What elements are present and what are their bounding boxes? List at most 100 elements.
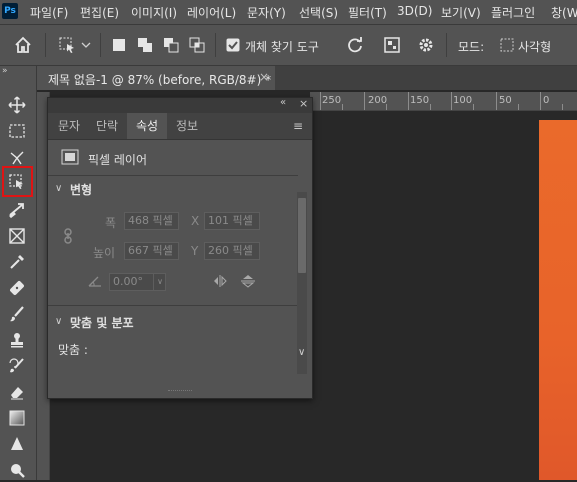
scrollbar-thumb[interactable] <box>298 198 306 273</box>
brush-tool-icon[interactable] <box>5 302 29 326</box>
document-tab-bar: 제목 없음-1 @ 87% (before, RGB/8#) * × <box>37 66 577 90</box>
menu-image[interactable]: 이미지(I) <box>131 4 177 21</box>
gear-icon[interactable] <box>417 36 435 54</box>
panel-header[interactable]: « × <box>48 97 312 113</box>
marquee-tool-icon[interactable] <box>5 119 29 143</box>
ruler-label: 100 <box>453 95 473 106</box>
flip-vertical-icon[interactable] <box>240 273 256 289</box>
resize-grip-icon[interactable] <box>168 390 192 394</box>
ruler-label: 250 <box>322 95 342 106</box>
history-brush-tool-icon[interactable] <box>5 354 29 378</box>
ruler-tick <box>320 92 321 110</box>
move-tool-icon[interactable] <box>5 93 29 117</box>
subtract-from-selection-icon[interactable] <box>162 36 180 54</box>
tools-panel: » <box>0 66 37 480</box>
ruler-tick <box>562 104 563 110</box>
menu-bar: Ps 파일(F) 편집(E) 이미지(I) 레이어(L) 문자(Y) 선택(S)… <box>0 0 577 25</box>
tab-character[interactable]: 문자 <box>50 113 88 139</box>
ruler-label: 50 <box>499 95 512 106</box>
collapse-panel-icon[interactable]: « <box>280 97 286 108</box>
tab-paragraph[interactable]: 단락 <box>88 113 126 139</box>
angle-icon <box>88 275 102 287</box>
menu-plugins[interactable]: 플러그인 <box>491 4 535 21</box>
tab-properties[interactable]: 속성 <box>127 113 167 139</box>
document-tab[interactable]: 제목 없음-1 @ 87% (before, RGB/8#) * × <box>37 66 275 90</box>
menu-filter[interactable]: 필터(T) <box>348 4 387 21</box>
object-selection-tool-icon[interactable] <box>58 36 76 54</box>
chevron-down-icon[interactable] <box>80 36 92 54</box>
properties-panel: « × 문자 단락 속성 정보 ≡ 픽셀 레이어 ∨ 변형 폭 468 픽셀 X… <box>47 97 313 399</box>
width-field[interactable]: 468 픽셀 <box>124 212 179 230</box>
menu-3d[interactable]: 3D(D) <box>397 4 432 18</box>
gradient-tool-icon[interactable] <box>5 406 29 430</box>
object-selection-tool-button-icon[interactable] <box>5 170 29 194</box>
chevron-down-icon[interactable]: ∨ <box>153 274 165 290</box>
healing-brush-tool-icon[interactable] <box>5 276 29 300</box>
ruler-tick <box>540 92 541 110</box>
dodge-tool-icon[interactable] <box>5 458 29 482</box>
separator <box>45 33 46 57</box>
home-icon[interactable] <box>14 36 32 54</box>
expand-toolbar-icon[interactable]: » <box>2 66 8 76</box>
show-all-objects-icon[interactable] <box>383 36 401 54</box>
flip-horizontal-icon[interactable] <box>212 274 228 288</box>
object-finder-label: 개체 찾기 도구 <box>245 40 319 54</box>
ruler-tick <box>473 104 474 110</box>
link-icon[interactable] <box>62 228 74 244</box>
pixel-layer-icon <box>61 149 79 165</box>
clone-stamp-tool-icon[interactable] <box>5 328 29 352</box>
add-to-selection-icon[interactable] <box>136 36 154 54</box>
photoshop-logo-icon: Ps <box>2 3 18 19</box>
document-canvas[interactable] <box>310 111 577 480</box>
frame-tool-icon[interactable] <box>5 224 29 248</box>
intersect-selection-icon[interactable] <box>188 36 206 54</box>
menu-view[interactable]: 보기(V) <box>441 4 481 21</box>
refresh-icon[interactable] <box>346 36 364 54</box>
menu-file[interactable]: 파일(F) <box>30 4 68 21</box>
tab-info[interactable]: 정보 <box>168 113 206 139</box>
menu-type[interactable]: 문자(Y) <box>247 4 286 21</box>
x-field[interactable]: 101 픽셀 <box>204 212 260 230</box>
ruler-tick <box>342 104 343 110</box>
width-label: 폭 <box>105 216 117 230</box>
menu-window[interactable]: 창(W <box>551 4 577 21</box>
crop-tool-icon[interactable] <box>5 198 29 222</box>
options-bar: 개체 찾기 도구 모드: 사각형 <box>0 25 577 66</box>
ruler-label: 0 <box>543 95 550 106</box>
eyedropper-tool-icon[interactable] <box>5 250 29 274</box>
divider <box>48 305 298 306</box>
close-icon[interactable]: × <box>259 70 269 84</box>
transform-section-title[interactable]: 변형 <box>70 181 92 198</box>
menu-select[interactable]: 선택(S) <box>299 4 338 21</box>
mode-select[interactable]: 사각형 <box>518 38 551 55</box>
separator <box>446 33 447 57</box>
height-field[interactable]: 667 픽셀 <box>124 242 179 260</box>
close-panel-icon[interactable]: × <box>299 97 308 110</box>
chevron-down-icon[interactable]: ∨ <box>55 316 62 327</box>
angle-field[interactable]: 0.00° ∨ <box>109 273 166 291</box>
separator <box>215 33 216 57</box>
y-field[interactable]: 260 픽셀 <box>204 242 260 260</box>
divider <box>48 175 298 176</box>
x-label: X <box>191 214 200 228</box>
mode-label: 모드: <box>458 40 485 54</box>
panel-menu-icon[interactable]: ≡ <box>293 119 303 133</box>
chevron-down-icon[interactable]: ∨ <box>55 183 62 194</box>
horizontal-ruler: 250 200 150 100 50 0 <box>310 92 577 111</box>
image-layer-content[interactable] <box>539 120 577 480</box>
ruler-tick <box>386 104 387 110</box>
eraser-tool-icon[interactable] <box>5 380 29 404</box>
ruler-tick <box>518 104 519 110</box>
scroll-down-icon[interactable]: ∨ <box>298 347 305 358</box>
checkbox[interactable] <box>226 38 240 52</box>
align-section-title[interactable]: 맞춤 및 분포 <box>70 314 134 331</box>
panel-tab-bar: 문자 단락 속성 정보 ≡ <box>48 113 312 140</box>
layer-type-label: 픽셀 레이어 <box>88 153 148 167</box>
rectangle-mode-icon[interactable] <box>500 38 514 52</box>
menu-layer[interactable]: 레이어(L) <box>187 4 236 21</box>
new-selection-icon[interactable] <box>110 36 128 54</box>
y-label: Y <box>191 244 199 258</box>
blur-tool-icon[interactable] <box>5 432 29 456</box>
menu-edit[interactable]: 편집(E) <box>80 4 119 21</box>
ruler-tick <box>451 92 452 110</box>
